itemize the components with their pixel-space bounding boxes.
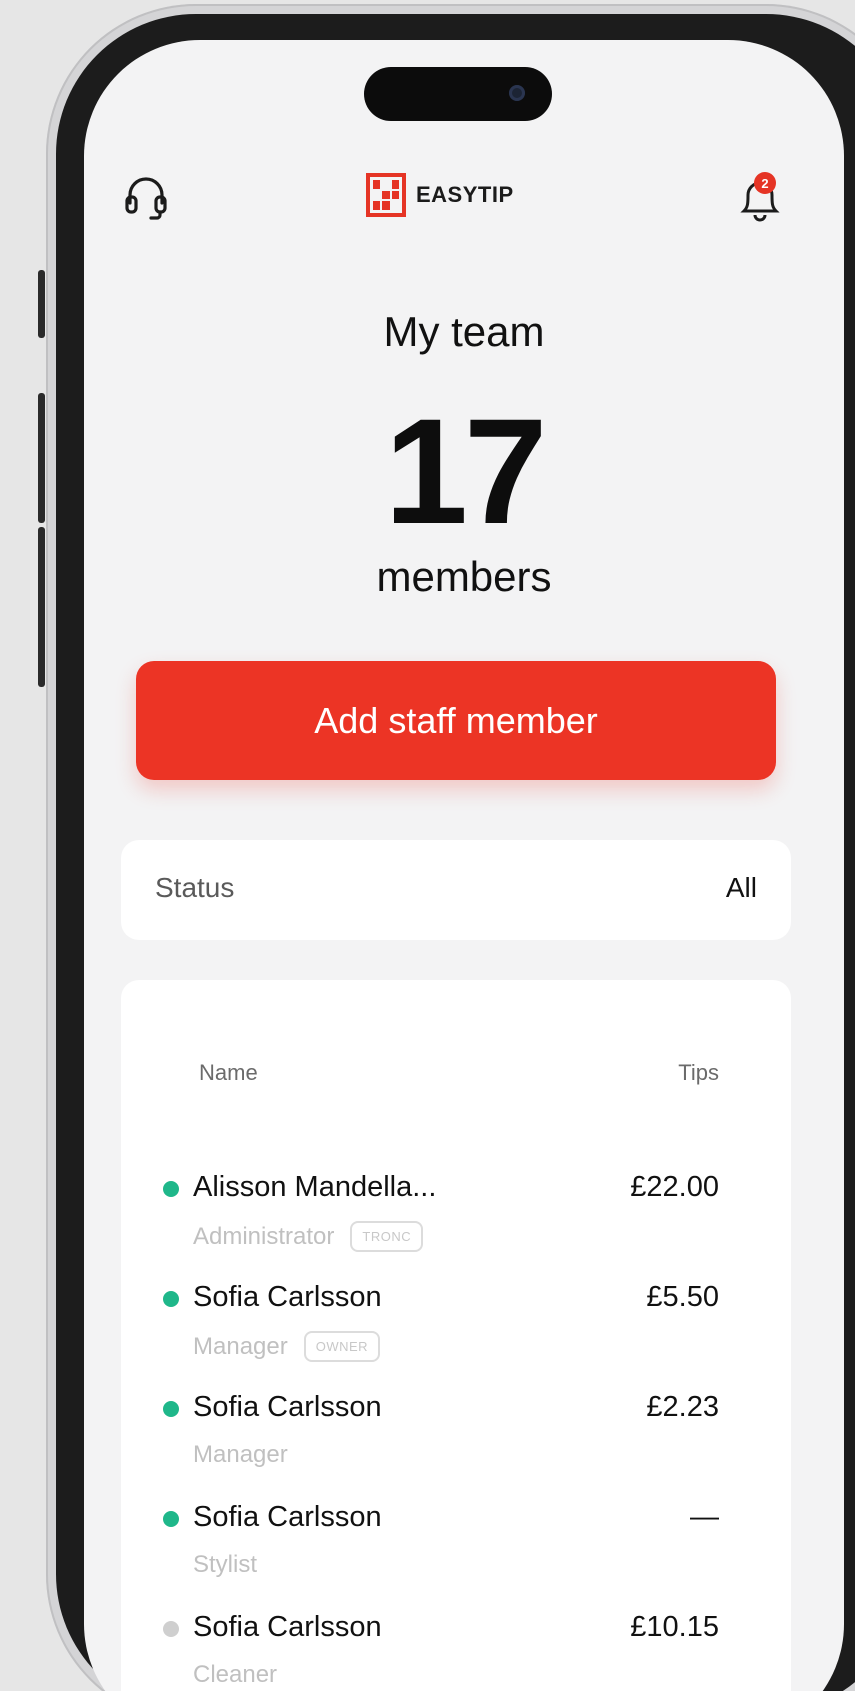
- member-role: Stylist: [193, 1551, 257, 1579]
- volume-up-button: [38, 393, 45, 523]
- status-filter[interactable]: Status All: [121, 840, 791, 940]
- phone-screen: EASYTIP 2 My team 17 members Add staff m…: [84, 40, 844, 1691]
- member-tips: £5.50: [646, 1281, 719, 1313]
- member-role-label: Manager: [193, 1441, 288, 1468]
- active-status-dot: [163, 1401, 179, 1417]
- member-name: Alisson Mandella...: [193, 1171, 437, 1203]
- list-item[interactable]: Alisson Mandella... Administrator TRONC …: [121, 1163, 791, 1263]
- member-tips: £10.15: [630, 1611, 719, 1643]
- member-role: Cleaner: [193, 1661, 277, 1689]
- device-stage: EASYTIP 2 My team 17 members Add staff m…: [0, 0, 855, 1691]
- member-role-label: Manager: [193, 1332, 288, 1360]
- list-item[interactable]: Sofia Carlsson Manager OWNER £5.50: [121, 1273, 791, 1373]
- member-role-label: Cleaner: [193, 1661, 278, 1688]
- active-status-dot: [163, 1181, 179, 1197]
- member-role-label: Stylist: [193, 1551, 258, 1578]
- member-role: Administrator TRONC: [193, 1221, 424, 1252]
- volume-down-button: [38, 527, 45, 687]
- member-tips: £22.00: [630, 1171, 719, 1203]
- notifications-button[interactable]: 2: [730, 171, 790, 229]
- member-count-label: members: [376, 553, 552, 600]
- inactive-status-dot: [163, 1621, 179, 1637]
- column-header-name: Name: [199, 1060, 258, 1085]
- notification-badge: 2: [754, 172, 776, 194]
- headset-icon[interactable]: [122, 173, 170, 221]
- member-name: Sofia Carlsson: [193, 1281, 382, 1313]
- brand-logo: EASYTIP: [366, 173, 514, 217]
- add-staff-member-button[interactable]: Add staff member: [136, 661, 776, 780]
- active-status-dot: [163, 1291, 179, 1307]
- member-tips: —: [690, 1501, 719, 1533]
- member-count: 17: [384, 387, 548, 555]
- list-item[interactable]: Sofia Carlsson Manager £2.23: [121, 1383, 791, 1483]
- logo-text: EASYTIP: [416, 182, 514, 207]
- active-status-dot: [163, 1511, 179, 1527]
- member-tips: £2.23: [646, 1391, 719, 1423]
- status-filter-value: All: [725, 872, 757, 903]
- member-role-label: Administrator: [193, 1222, 335, 1250]
- dynamic-island: [364, 67, 552, 121]
- front-camera: [509, 85, 525, 101]
- logo-mark-icon: [366, 173, 406, 217]
- member-tag: TRONC: [350, 1221, 424, 1252]
- member-role: Manager: [193, 1441, 288, 1469]
- list-item[interactable]: Sofia Carlsson Cleaner £10.15: [121, 1603, 791, 1691]
- page-title: My team: [383, 308, 545, 355]
- member-name: Sofia Carlsson: [193, 1501, 382, 1533]
- member-name: Sofia Carlsson: [193, 1391, 382, 1423]
- status-filter-label: Status: [155, 872, 235, 903]
- list-item[interactable]: Sofia Carlsson Stylist —: [121, 1493, 791, 1593]
- member-role: Manager OWNER: [193, 1331, 381, 1362]
- column-header-tips: Tips: [678, 1060, 719, 1085]
- mute-switch: [38, 270, 45, 338]
- member-name: Sofia Carlsson: [193, 1611, 382, 1643]
- members-list: Name Tips Alisson Mandella... Administra…: [121, 980, 791, 1691]
- member-tag: OWNER: [303, 1331, 381, 1362]
